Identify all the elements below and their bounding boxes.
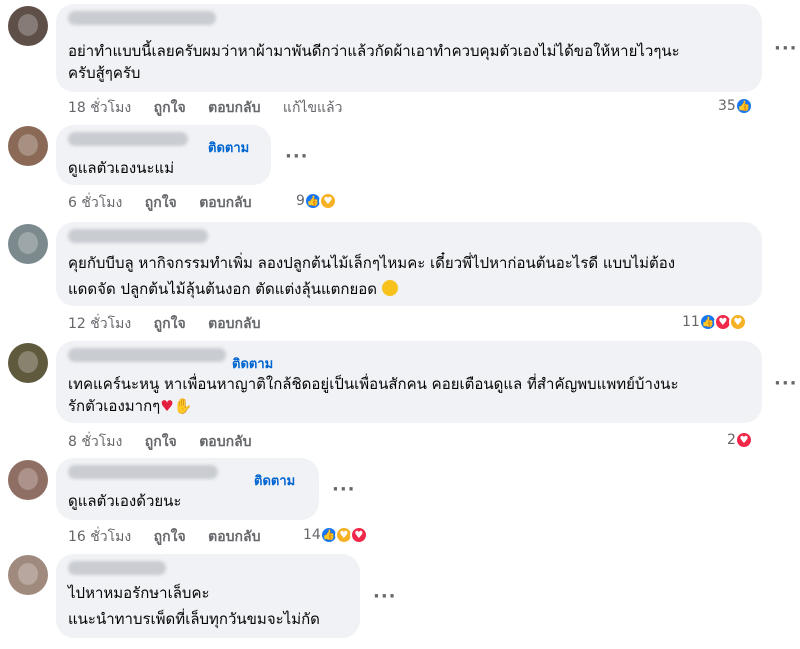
reaction-count: 14 xyxy=(303,527,321,543)
comment-text: แดดจัด ปลูกต้นไม้ลุ้นต้นงอก ตัดแต่งลุ้นแ… xyxy=(68,278,398,300)
comment-text: ดูแลตัวเองด้วยนะ xyxy=(68,492,182,510)
avatar[interactable] xyxy=(8,460,48,500)
comment-actions: 6 ชั่วโมง ถูกใจ ตอบกลับ xyxy=(68,192,270,214)
like-icon: 👍 xyxy=(734,97,753,115)
heart-emoji-icon: ♥ xyxy=(160,397,174,415)
comment-actions: 12 ชั่วโมง ถูกใจ ตอบกลับ xyxy=(68,313,278,335)
like-button[interactable]: ถูกใจ xyxy=(154,100,186,116)
comment-text: แนะนำทาบรเพ็ดที่เล็บทุกวันขมจะไม่กัด xyxy=(68,610,320,628)
comment-bubble: ติดตาม เทคแคร์นะหนู หาเพื่อนหาญาติใกล้ชิ… xyxy=(56,341,762,423)
reaction-summary[interactable]: 9 👍 ♥ xyxy=(296,192,337,210)
comment-text: อย่าทำแบบนี้เลยครับผมว่าหาผ้ามาพันดีกว่า… xyxy=(68,42,680,60)
care-icon: ♥ xyxy=(318,192,337,210)
comment-bubble: อย่าทำแบบนี้เลยครับผมว่าหาผ้ามาพันดีกว่า… xyxy=(56,4,762,92)
reaction-summary[interactable]: 35 👍 xyxy=(718,97,753,115)
comment-time[interactable]: 18 ชั่วโมง xyxy=(68,100,131,116)
reaction-summary[interactable]: 11 👍 ♥ ♥ xyxy=(682,313,747,331)
comment-text: ครับสู้ๆครับ xyxy=(68,64,141,82)
care-icon: ♥ xyxy=(728,313,747,331)
more-options-icon[interactable]: ··· xyxy=(332,479,356,500)
comment-time[interactable]: 8 ชั่วโมง xyxy=(68,434,122,450)
avatar[interactable] xyxy=(8,224,48,264)
avatar[interactable] xyxy=(8,126,48,166)
comment-text: คุยกับบีบลู หากิจกรรมทำเพิ่ม ลองปลูกต้นไ… xyxy=(68,254,676,272)
more-options-icon[interactable]: ··· xyxy=(373,586,397,607)
comment-actions: 16 ชั่วโมง ถูกใจ ตอบกลับ xyxy=(68,526,278,548)
follow-button[interactable]: ติดตาม xyxy=(232,353,273,374)
reply-button[interactable]: ตอบกลับ xyxy=(199,434,251,450)
comment-actions: 18 ชั่วโมง ถูกใจ ตอบกลับ แก้ไขแล้ว xyxy=(68,97,361,119)
more-options-icon[interactable]: ··· xyxy=(774,373,798,394)
more-options-icon[interactable]: ··· xyxy=(285,146,309,167)
comment-bubble: ติดตาม ดูแลตัวเองด้วยนะ xyxy=(56,458,319,520)
reaction-count: 11 xyxy=(682,314,700,330)
comment-actions: 8 ชั่วโมง ถูกใจ ตอบกลับ xyxy=(68,431,270,453)
avatar[interactable] xyxy=(8,343,48,383)
comment-text: ไปหาหมอรักษาเล็บคะ xyxy=(68,584,210,602)
reply-button[interactable]: ตอบกลับ xyxy=(208,100,260,116)
comment-text: เทคแคร์นะหนู หาเพื่อนหาญาติใกล้ชิดอยู่เป… xyxy=(68,375,679,393)
commenter-name[interactable] xyxy=(68,11,216,25)
reply-button[interactable]: ตอบกลับ xyxy=(199,195,251,211)
comment-bubble: ไปหาหมอรักษาเล็บคะ แนะนำทาบรเพ็ดที่เล็บท… xyxy=(56,554,360,638)
follow-button[interactable]: ติดตาม xyxy=(254,470,295,491)
edited-label[interactable]: แก้ไขแล้ว xyxy=(283,100,343,116)
reaction-summary[interactable]: 2 ♥ xyxy=(727,431,753,449)
more-options-icon[interactable]: ··· xyxy=(774,38,798,59)
like-button[interactable]: ถูกใจ xyxy=(145,195,177,211)
commenter-name[interactable] xyxy=(68,229,208,243)
like-button[interactable]: ถูกใจ xyxy=(154,529,186,545)
hand-emoji-icon: ✋ xyxy=(173,397,193,415)
comment-time[interactable]: 12 ชั่วโมง xyxy=(68,316,131,332)
avatar[interactable] xyxy=(8,555,48,595)
like-button[interactable]: ถูกใจ xyxy=(145,434,177,450)
follow-button[interactable]: ติดตาม xyxy=(208,137,249,158)
comment-text: รักตัวเองมากๆ♥✋ xyxy=(68,397,193,415)
reaction-summary[interactable]: 14 👍 ♥ ♥ xyxy=(303,526,368,544)
reply-button[interactable]: ตอบกลับ xyxy=(208,316,260,332)
avatar[interactable] xyxy=(8,6,48,46)
comment-bubble: ติดตาม ดูแลตัวเองนะแม่ xyxy=(56,125,271,185)
commenter-name[interactable] xyxy=(68,132,188,146)
commenter-name[interactable] xyxy=(68,348,226,362)
comment-time[interactable]: 16 ชั่วโมง xyxy=(68,529,131,545)
reply-button[interactable]: ตอบกลับ xyxy=(208,529,260,545)
commenter-name[interactable] xyxy=(68,465,218,479)
love-icon: ♥ xyxy=(349,526,368,544)
smile-emoji-icon xyxy=(381,280,398,296)
love-icon: ♥ xyxy=(734,431,753,449)
reaction-count: 35 xyxy=(718,98,736,114)
comment-time[interactable]: 6 ชั่วโมง xyxy=(68,195,122,211)
comment-text: ดูแลตัวเองนะแม่ xyxy=(68,159,175,177)
commenter-name[interactable] xyxy=(68,561,166,575)
comment-bubble: คุยกับบีบลู หากิจกรรมทำเพิ่ม ลองปลูกต้นไ… xyxy=(56,222,762,306)
like-button[interactable]: ถูกใจ xyxy=(154,316,186,332)
